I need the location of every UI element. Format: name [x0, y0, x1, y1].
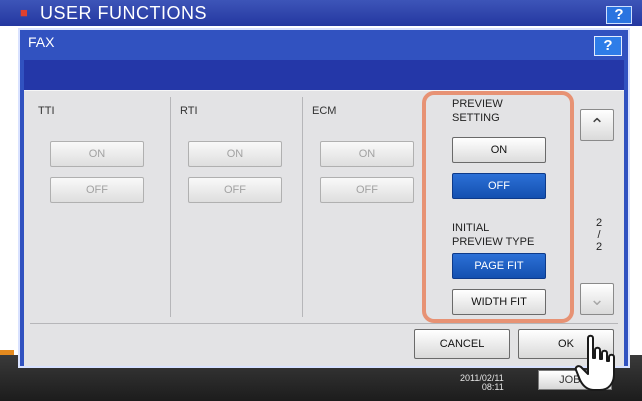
clock-display: 2011/02/11 08:11: [460, 374, 504, 392]
ecm-column: ECM ON OFF: [304, 97, 424, 317]
total-pages: 2: [595, 241, 603, 253]
chevron-down-icon: ⌄: [589, 289, 605, 309]
ecm-on-button[interactable]: ON: [320, 141, 414, 167]
current-page: 2: [595, 217, 603, 229]
page-fit-button[interactable]: PAGE FIT: [452, 253, 546, 279]
ecm-label: ECM: [312, 105, 337, 117]
cancel-button[interactable]: CANCEL: [414, 329, 510, 359]
rti-label: RTI: [180, 105, 198, 117]
user-functions-icon: ■: [20, 5, 28, 20]
scroll-up-button[interactable]: ⌃: [580, 109, 614, 141]
preview-off-button[interactable]: OFF: [452, 173, 546, 199]
rti-on-button[interactable]: ON: [188, 141, 282, 167]
preview-setting-label-line2: SETTING: [452, 112, 500, 124]
tti-off-button[interactable]: OFF: [50, 177, 144, 203]
footer-divider: [30, 323, 618, 324]
rti-column: RTI ON OFF: [172, 97, 302, 317]
dialog-title: FAX: [28, 34, 55, 50]
dialog-help-button[interactable]: ?: [594, 36, 622, 56]
background-title: USER FUNCTIONS: [40, 3, 208, 23]
settings-panel: TTI ON OFF RTI ON OFF ECM ON OFF PREVIEW…: [24, 90, 624, 366]
page-indicator: 2 / 2: [587, 217, 611, 253]
initial-preview-type-label: INITIAL PREVIEW TYPE: [452, 221, 534, 249]
ecm-off-button[interactable]: OFF: [320, 177, 414, 203]
rti-off-button[interactable]: OFF: [188, 177, 282, 203]
column-divider: [170, 97, 171, 317]
preview-setting-label-line1: PREVIEW: [452, 98, 503, 110]
fax-dialog: FAX ? TTI ON OFF RTI ON OFF ECM ON OFF P…: [18, 28, 630, 368]
page-separator: /: [597, 229, 601, 241]
tti-column: TTI ON OFF: [30, 97, 160, 317]
scroll-down-button[interactable]: ⌄: [580, 283, 614, 315]
tti-label: TTI: [38, 105, 55, 117]
background-header-bar: ■ USER FUNCTIONS ?: [0, 0, 642, 26]
column-divider: [302, 97, 303, 317]
width-fit-button[interactable]: WIDTH FIT: [452, 289, 546, 315]
background-help-button[interactable]: ?: [606, 6, 632, 24]
time-text: 08:11: [481, 382, 504, 392]
tti-on-button[interactable]: ON: [50, 141, 144, 167]
initial-preview-type-label-line1: INITIAL: [452, 222, 490, 234]
dialog-header-band: [24, 60, 624, 90]
chevron-up-icon: ⌃: [589, 115, 605, 135]
preview-on-button[interactable]: ON: [452, 137, 546, 163]
initial-preview-type-label-line2: PREVIEW TYPE: [452, 236, 535, 248]
preview-setting-label: PREVIEW SETTING: [452, 97, 503, 125]
pointer-hand-icon: [574, 334, 615, 391]
